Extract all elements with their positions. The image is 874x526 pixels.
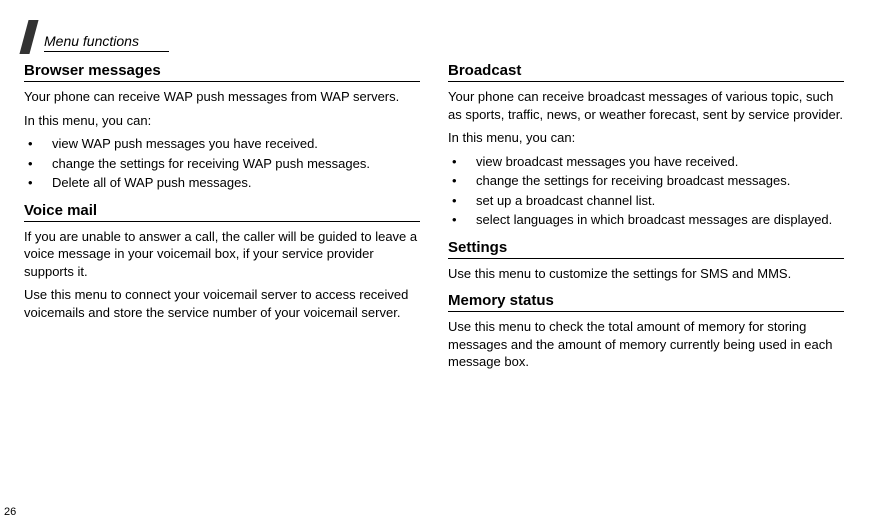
list-item: select languages in which broadcast mess… — [448, 211, 844, 229]
bullet-list: view WAP push messages you have received… — [24, 135, 420, 192]
section-title-browser-messages: Browser messages — [24, 62, 420, 82]
header-label: Menu functions — [44, 33, 169, 52]
page-header: Menu functions — [20, 20, 844, 54]
body-text: Your phone can receive broadcast message… — [448, 88, 844, 123]
left-column: Browser messages Your phone can receive … — [24, 62, 420, 377]
section-title-settings: Settings — [448, 239, 844, 259]
page-number: 26 — [4, 506, 16, 518]
content-columns: Browser messages Your phone can receive … — [24, 62, 844, 377]
body-text: If you are unable to answer a call, the … — [24, 228, 420, 281]
body-text: Your phone can receive WAP push messages… — [24, 88, 420, 106]
body-text: In this menu, you can: — [448, 129, 844, 147]
list-item: view broadcast messages you have receive… — [448, 153, 844, 171]
right-column: Broadcast Your phone can receive broadca… — [448, 62, 844, 377]
list-item: change the settings for receiving broadc… — [448, 172, 844, 190]
list-item: set up a broadcast channel list. — [448, 192, 844, 210]
bullet-list: view broadcast messages you have receive… — [448, 153, 844, 229]
list-item: Delete all of WAP push messages. — [24, 174, 420, 192]
list-item: view WAP push messages you have received… — [24, 135, 420, 153]
list-item: change the settings for receiving WAP pu… — [24, 155, 420, 173]
section-title-memory-status: Memory status — [448, 292, 844, 312]
body-text: Use this menu to customize the settings … — [448, 265, 844, 283]
section-title-voice-mail: Voice mail — [24, 202, 420, 222]
body-text: Use this menu to check the total amount … — [448, 318, 844, 371]
body-text: Use this menu to connect your voicemail … — [24, 286, 420, 321]
section-title-broadcast: Broadcast — [448, 62, 844, 82]
body-text: In this menu, you can: — [24, 112, 420, 130]
header-accent-bar — [19, 20, 38, 54]
